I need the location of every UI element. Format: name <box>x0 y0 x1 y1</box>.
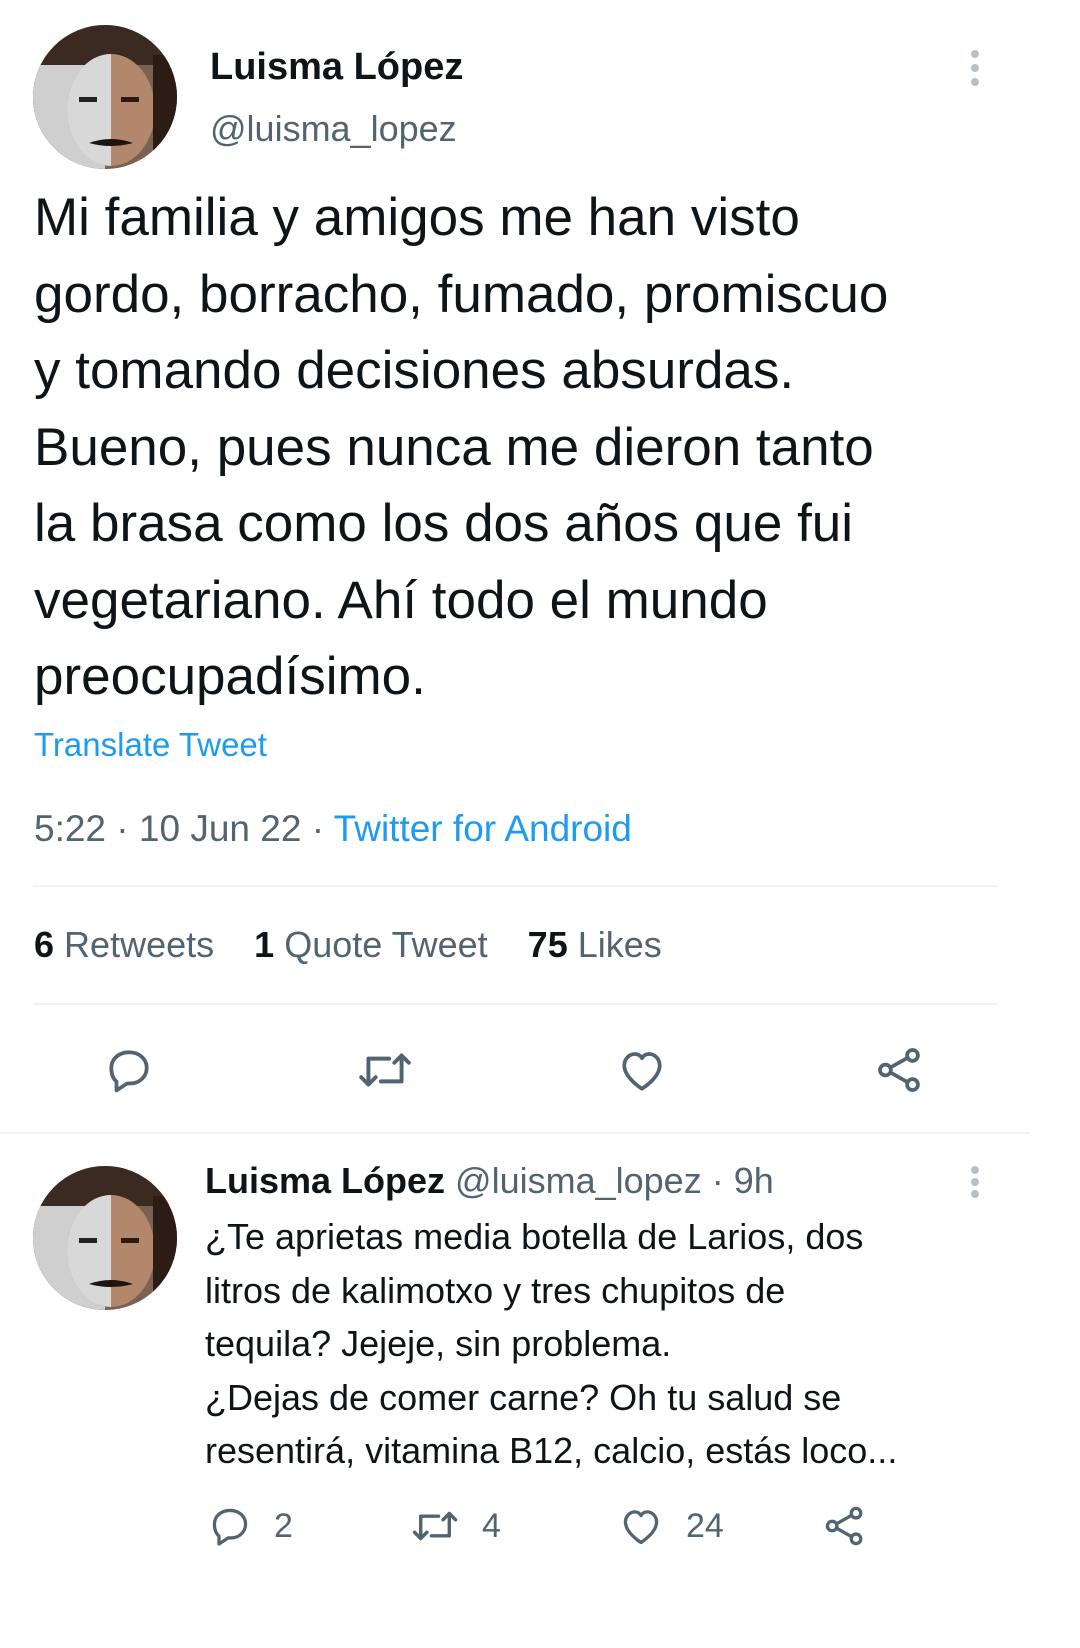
share-icon <box>878 1048 920 1092</box>
tweet-date[interactable]: 10 Jun 22 <box>139 808 302 849</box>
share-button[interactable] <box>874 1045 926 1095</box>
separator: · <box>116 808 129 849</box>
separator: · <box>311 808 325 849</box>
reply-text-line: litros de kalimotxo y tres chupitos de <box>205 1269 786 1311</box>
divider <box>33 885 998 887</box>
reply-retweet-button[interactable]: 4 <box>410 1504 501 1548</box>
retweet-icon <box>412 1511 458 1541</box>
divider <box>0 1132 1030 1134</box>
avatar-photo <box>33 1166 177 1310</box>
reply-text-line: ¿Te aprietas media botella de Larios, do… <box>205 1216 864 1257</box>
share-icon <box>825 1506 863 1546</box>
like-icon <box>622 1052 662 1091</box>
retweet-icon <box>359 1053 411 1087</box>
tweet-text-line: y tomando decisiones absurdas. <box>34 341 795 400</box>
divider <box>33 1003 998 1005</box>
tweet-text-line: vegetariano. Ahí todo el mundo <box>34 570 768 630</box>
tweet-source-link[interactable]: Twitter for Android <box>334 808 632 849</box>
tweet-text: Mi familia y amigos me han visto gordo, … <box>34 180 888 716</box>
avatar[interactable] <box>33 25 177 169</box>
author-name[interactable]: Luisma López <box>210 46 463 89</box>
reply-text-line: tequila? Jejeje, sin problema. <box>205 1323 672 1364</box>
tweet-text-line: Bueno, pues nunca me dieron tanto <box>34 417 874 477</box>
quote-tweets-count: 1 <box>254 924 275 965</box>
tweet-text-line: gordo, borracho, fumado, promiscuo <box>34 264 889 324</box>
quote-tweets-label: Quote Tweet <box>284 924 488 965</box>
reply-icon <box>212 1508 248 1546</box>
reply-button[interactable] <box>104 1045 154 1095</box>
reply-icon <box>109 1050 149 1093</box>
tweet-stats: 6 Retweets 1 Quote Tweet 75 Likes <box>34 924 662 966</box>
like-button[interactable] <box>616 1045 668 1095</box>
reply-author-name[interactable]: Luisma López <box>205 1160 445 1201</box>
likes-label: Likes <box>577 924 662 965</box>
reply-text: ¿Te aprietas media botella de Larios, do… <box>205 1210 897 1478</box>
like-count: 24 <box>686 1506 724 1545</box>
translate-tweet-link[interactable]: Translate Tweet <box>34 726 267 764</box>
retweets-count: 6 <box>34 924 55 965</box>
reply-author-handle[interactable]: @luisma_lopez <box>455 1160 702 1201</box>
retweet-button[interactable] <box>356 1045 414 1095</box>
reply-time[interactable]: 9h <box>734 1160 774 1201</box>
quote-tweets-stat[interactable]: 1 Quote Tweet <box>254 924 488 965</box>
reply-share-button[interactable] <box>822 1504 868 1548</box>
reply-text-line: ¿Dejas de comer carne? Oh tu salud se <box>205 1376 842 1418</box>
reply-header: Luisma López @luisma_lopez · 9h <box>205 1160 774 1202</box>
reply-text-line: resentirá, vitamina B12, calcio, estás l… <box>205 1430 898 1471</box>
author-handle[interactable]: @luisma_lopez <box>210 108 457 150</box>
tweet-time[interactable]: 5:22 <box>34 808 106 849</box>
retweet-count: 4 <box>482 1506 501 1545</box>
avatar-photo <box>33 25 177 169</box>
reply-reply-button[interactable]: 2 <box>208 1504 293 1548</box>
tweet-text-line: preocupadísimo. <box>34 647 426 706</box>
reply-count: 2 <box>274 1506 293 1545</box>
likes-stat[interactable]: 75 Likes <box>528 924 662 965</box>
reply-avatar[interactable] <box>33 1166 177 1310</box>
tweet-text-line: la brasa como los dos años que fui <box>34 494 854 553</box>
more-options-icon[interactable] <box>970 1166 980 1198</box>
tweet-timestamp: 5:22 · 10 Jun 22 · Twitter for Android <box>34 808 632 850</box>
like-icon <box>623 1510 659 1545</box>
retweets-stat[interactable]: 6 Retweets <box>34 924 214 965</box>
more-options-icon[interactable] <box>970 50 980 86</box>
likes-count: 75 <box>527 924 568 965</box>
separator: · <box>711 1160 724 1201</box>
retweets-label: Retweets <box>64 924 215 965</box>
reply-like-button[interactable]: 24 <box>618 1504 724 1548</box>
tweet-text-line: Mi familia y amigos me han visto <box>34 188 800 247</box>
